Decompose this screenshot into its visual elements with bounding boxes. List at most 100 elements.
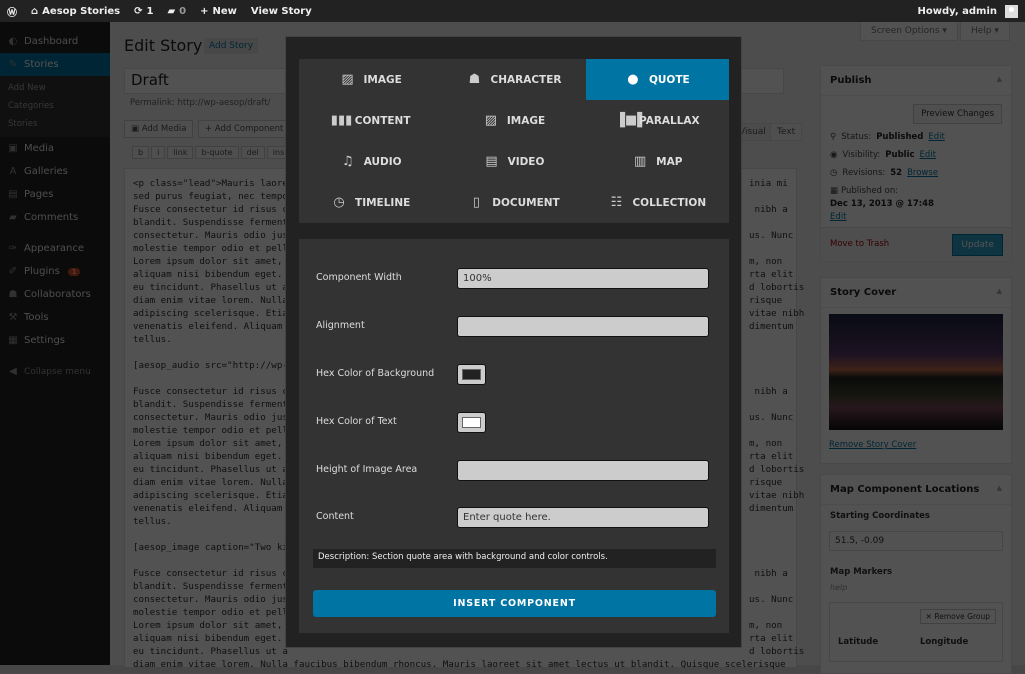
parallax-icon: ▐■▌ (614, 113, 648, 128)
sidebar-item-collaborators[interactable]: ☗ Collaborators (0, 283, 110, 306)
component-document-button[interactable]: ▯ DOCUMENT (442, 182, 585, 223)
text-color-picker[interactable] (457, 412, 486, 433)
browse-revisions-link[interactable]: Browse (907, 168, 938, 178)
plus-icon: + (200, 5, 209, 17)
edit-visibility-link[interactable]: Edit (920, 150, 936, 160)
published-row: ▦ Published on: Dec 13, 2013 @ 17:48 Edit (821, 182, 1011, 226)
comment-icon: ▰ (167, 5, 176, 17)
plugins-icon: ✐ (8, 266, 18, 277)
avatar (1005, 4, 1018, 18)
quicktag-del[interactable]: del (240, 146, 265, 159)
component-video-button[interactable]: ▤ VIDEO (442, 141, 585, 182)
edit-date-link[interactable]: Edit (830, 212, 1002, 222)
preview-changes-button[interactable]: Preview Changes (913, 104, 1002, 124)
pin-icon: ⚲ (830, 132, 837, 142)
sidebar-item-media[interactable]: ▣ Media (0, 137, 110, 160)
help-button[interactable]: Help ▾ (960, 22, 1010, 41)
quicktag-i[interactable]: i (151, 146, 166, 159)
updates-link[interactable]: ⟳ 1 (127, 0, 160, 22)
help-text: help (830, 583, 848, 592)
move-to-trash-link[interactable]: Move to Trash (830, 239, 889, 249)
sidebar-item-tools[interactable]: ⚒ Tools (0, 306, 110, 329)
stories-icon: ✎ (8, 59, 18, 70)
component-width-input[interactable] (457, 268, 709, 289)
component-quote-button[interactable]: ● QUOTE (585, 59, 729, 100)
collapse-arrow-icon[interactable]: ▲ (997, 484, 1002, 492)
site-link[interactable]: ⌂ Aesop Stories (24, 0, 127, 22)
sidebar-item-settings[interactable]: ▦ Settings (0, 329, 110, 352)
text-color-row: Hex Color of Text (299, 412, 729, 434)
remove-group-button[interactable]: ✕ Remove Group (919, 609, 996, 624)
alignment-input[interactable] (457, 316, 709, 337)
submenu-item-add-new[interactable]: Add New (0, 79, 110, 97)
timeline-icon: ◷ (333, 195, 345, 210)
update-button[interactable]: Update (952, 234, 1003, 256)
account-menu[interactable]: Howdy, admin (910, 0, 1025, 22)
quicktag-link[interactable]: link (167, 146, 194, 159)
document-icon: ▯ (472, 195, 480, 210)
component-collection-button[interactable]: ☷ COLLECTION (586, 182, 729, 223)
component-map-button[interactable]: ▥ MAP (586, 141, 729, 182)
text-color-swatch (462, 417, 481, 428)
image-height-row: Height of Image Area (299, 460, 729, 482)
page-title: Edit Story (124, 36, 203, 55)
component-type-grid: ▨ IMAGE ☗ CHARACTER ● QUOTE ▮▮▮ CONTENT ▨ IMAGE ▐■… (299, 59, 729, 223)
sidebar-item-appearance[interactable]: ✑ Appearance (0, 237, 110, 260)
map-box-title: Map Component Locations (830, 484, 980, 495)
collapse-arrow-icon[interactable]: ▲ (997, 287, 1002, 295)
wordpress-logo-icon[interactable]: Ⓦ (0, 0, 24, 22)
remove-story-cover-link[interactable]: Remove Story Cover (821, 430, 1011, 460)
collapse-arrow-icon[interactable]: ▲ (997, 75, 1002, 83)
sidebar-item-plugins[interactable]: ✐ Plugins 1 (0, 260, 110, 283)
add-media-button[interactable]: ▣ Add Media (124, 120, 194, 138)
tools-icon: ⚒ (8, 312, 18, 323)
media-icon: ▣ (8, 143, 18, 154)
eye-icon: ◉ (830, 150, 838, 160)
tab-text[interactable]: Text (770, 123, 803, 141)
edit-status-link[interactable]: Edit (928, 132, 944, 142)
sidebar-item-pages[interactable]: ▤ Pages (0, 183, 110, 206)
component-content-button[interactable]: ▮▮▮ CONTENT (299, 100, 442, 141)
component-image-button[interactable]: ▨ IMAGE (442, 100, 585, 141)
image-height-input[interactable] (457, 460, 709, 481)
settings-icon: ▦ (8, 335, 18, 346)
status-row: ⚲ Status: Published Edit (830, 132, 945, 142)
sidebar-item-stories[interactable]: ✎ Stories (0, 53, 110, 76)
screen-options-button[interactable]: Screen Options ▾ (860, 22, 958, 41)
new-link[interactable]: + New (193, 0, 244, 22)
collection-icon: ☷ (610, 195, 623, 210)
add-component-button[interactable]: + Add Component (198, 120, 291, 138)
add-story-button[interactable]: Add Story (204, 38, 259, 54)
component-options-form: Component Width Alignment Hex Color of B… (299, 239, 729, 633)
component-audio-button[interactable]: ♫ AUDIO (299, 141, 442, 182)
component-image-button[interactable]: ▨ IMAGE (299, 59, 442, 100)
background-color-swatch (462, 369, 481, 380)
component-parallax-button[interactable]: ▐■▌ PARALLAX (586, 100, 729, 141)
content-input[interactable] (457, 507, 709, 528)
collaborators-icon: ☗ (8, 289, 18, 300)
longitude-label: Longitude (920, 637, 969, 647)
comments-link[interactable]: ▰ 0 (160, 0, 193, 22)
component-timeline-button[interactable]: ◷ TIMELINE (299, 182, 442, 223)
quicktag-b-quote[interactable]: b-quote (195, 146, 239, 159)
sidebar-item-galleries[interactable]: A Galleries (0, 160, 110, 183)
sidebar-item-comments[interactable]: ▰ Comments (0, 206, 110, 229)
background-color-picker[interactable] (457, 364, 486, 385)
sidebar-item-dashboard[interactable]: ◐ Dashboard (0, 30, 110, 53)
refresh-icon: ⟳ (134, 5, 143, 17)
submenu-item-categories[interactable]: Categories (0, 97, 110, 115)
sidebar-item-collapse-menu[interactable]: ◀ Collapse menu (0, 360, 110, 383)
dashboard-icon: ◐ (8, 36, 18, 47)
content-row: Content (299, 507, 729, 529)
insert-component-button[interactable]: INSERT COMPONENT (313, 590, 716, 617)
submenu-item-stories[interactable]: Stories (0, 115, 110, 133)
starting-coordinates-input[interactable]: 51.5, -0.09 (829, 531, 1003, 551)
alignment-row: Alignment (299, 316, 729, 338)
admin-sidebar: ◐ Dashboard ✎ Stories Add New Categories Stori… (0, 22, 110, 665)
background-color-row: Hex Color of Background (299, 364, 729, 386)
view-story-link[interactable]: View Story (244, 0, 319, 22)
publish-box: Publish ▲ Preview Changes ⚲ Status: Publish… (820, 65, 1012, 262)
quicktag-b[interactable]: b (132, 146, 150, 159)
component-character-button[interactable]: ☗ CHARACTER (442, 59, 585, 100)
revisions-row: ◷ Revisions: 52 Browse (830, 168, 939, 178)
